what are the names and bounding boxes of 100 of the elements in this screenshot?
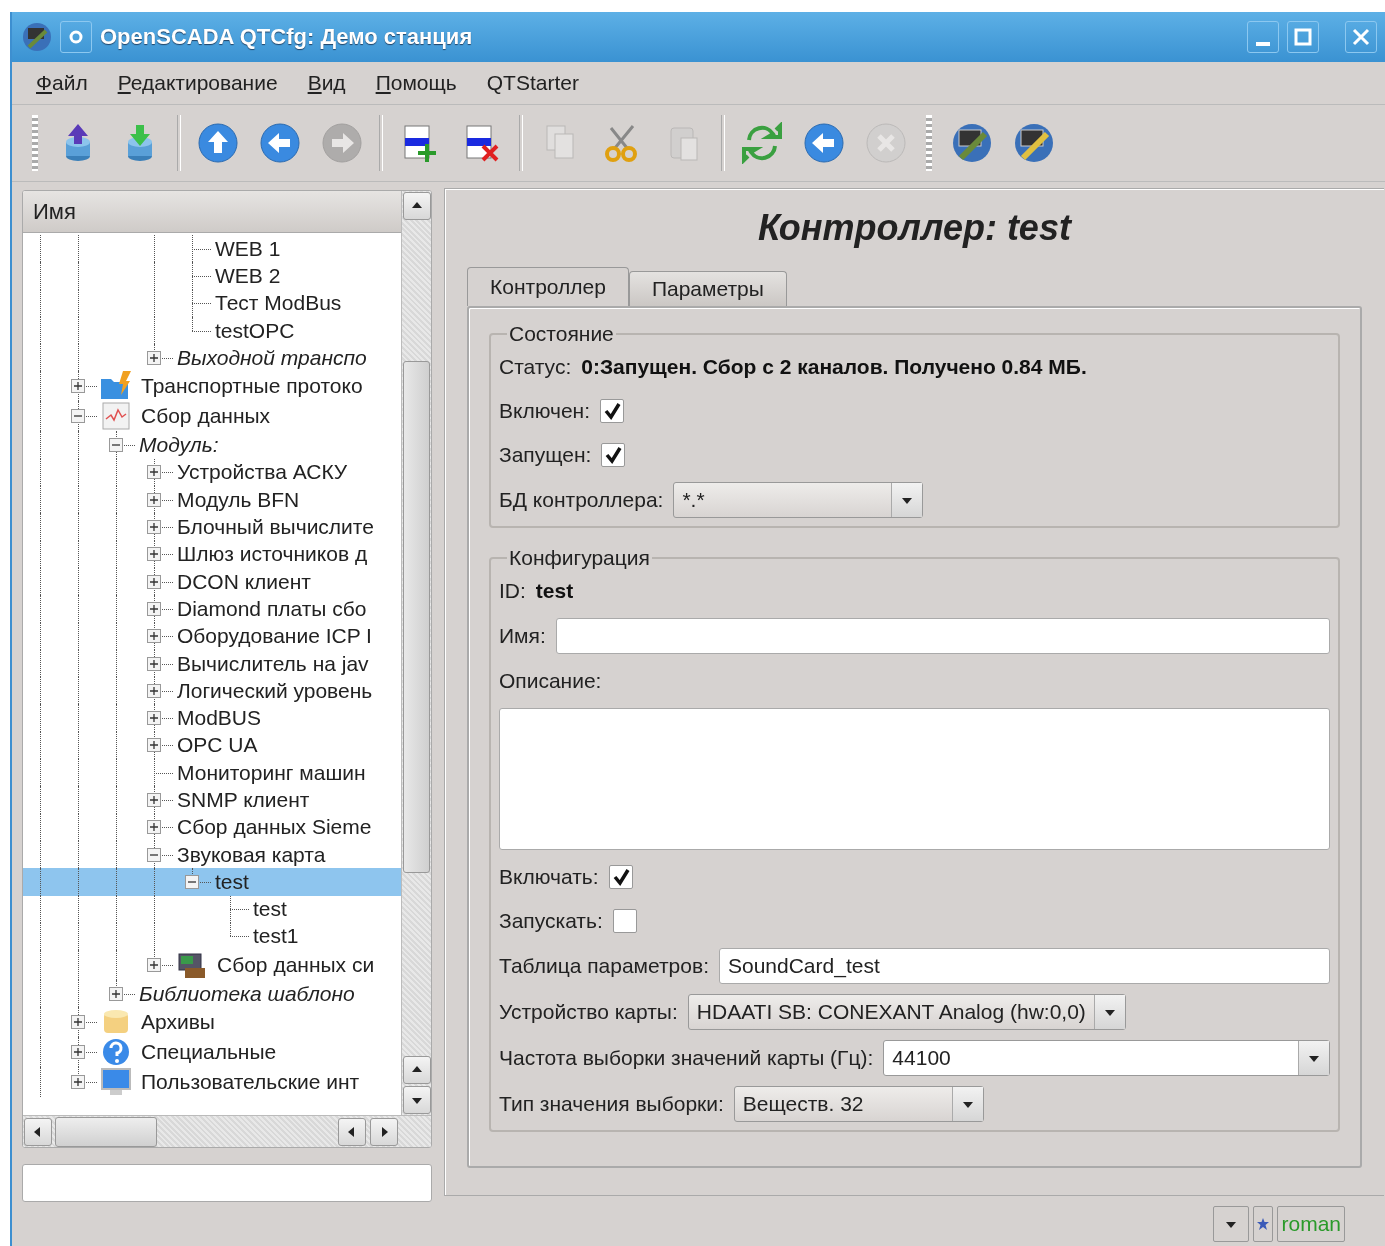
field-label: Тип значения выборки: (499, 1092, 724, 1116)
tree-item[interactable]: Блочный вычислите (23, 513, 401, 541)
expand-icon[interactable] (147, 711, 161, 726)
tree-item[interactable]: Устройства АСКУ (23, 458, 401, 487)
menu-item[interactable]: Редактирование (117, 71, 278, 95)
collapse-icon[interactable] (185, 874, 199, 889)
field-label: Частота выборки значений карты (Гц): (499, 1046, 874, 1070)
expand-icon[interactable] (147, 683, 161, 698)
expand-icon[interactable] (147, 547, 161, 562)
input-field[interactable] (555, 618, 1330, 654)
input-field[interactable]: SoundCard_test (719, 948, 1330, 984)
tree-item[interactable]: Diamond платы сбо (23, 595, 401, 623)
tree-item[interactable]: Транспортные протоко (23, 371, 401, 402)
dropdown[interactable]: 44100 (883, 1040, 1330, 1076)
tree-item[interactable]: Библиотека шаблоно (23, 980, 401, 1008)
field-label: БД контроллера: (499, 488, 664, 512)
tree-item[interactable]: OPC UA (23, 731, 401, 760)
scroll-down-button[interactable] (403, 1086, 431, 1114)
app-icon (22, 22, 52, 52)
minimize-button[interactable] (1247, 21, 1279, 53)
tree-item[interactable]: Вычислитель на jav (23, 649, 401, 678)
tree-item[interactable]: Архивы (23, 1007, 401, 1038)
tree-item[interactable]: Пользовательские инт (23, 1067, 401, 1098)
tree-item[interactable]: SNMP клиент (23, 786, 401, 814)
dropdown[interactable]: HDAATI SB: CONEXANT Analog (hw:0,0) (687, 994, 1126, 1030)
expand-icon[interactable] (147, 601, 161, 616)
expand-icon[interactable] (71, 1045, 85, 1060)
tree-item[interactable]: Мониторинг машин (23, 759, 401, 787)
dropdown[interactable]: *.* (673, 482, 924, 518)
checkbox[interactable] (600, 399, 625, 423)
scroll-right-button[interactable] (370, 1117, 398, 1146)
tree-item[interactable]: test (23, 895, 401, 923)
tree-item[interactable]: Специальные (23, 1037, 401, 1068)
expand-icon[interactable] (71, 1015, 85, 1030)
expand-icon[interactable] (109, 986, 123, 1001)
tree-item[interactable]: Шлюз источников д (23, 540, 401, 568)
close-button[interactable] (1345, 21, 1377, 53)
window-menu-button[interactable] (60, 21, 92, 53)
tree-item[interactable]: WEB 1 (23, 235, 401, 263)
tree-item[interactable]: Логический уровень (23, 677, 401, 705)
circle-icon (68, 29, 84, 45)
expand-icon[interactable] (71, 379, 85, 394)
expand-icon[interactable] (147, 738, 161, 753)
group-title: Состояние (508, 322, 615, 346)
expand-icon[interactable] (147, 820, 161, 835)
tree-item[interactable]: Модуль BFN (23, 486, 401, 514)
collapse-icon[interactable] (109, 438, 123, 453)
expand-icon[interactable] (147, 574, 161, 589)
cancel-icon (865, 122, 907, 164)
field-label: Запущен: (499, 443, 592, 467)
expand-icon[interactable] (147, 465, 161, 480)
tree-item[interactable]: Сбор данных (23, 401, 401, 432)
tree-item[interactable]: Тест ModBus (23, 289, 401, 317)
expand-icon[interactable] (147, 958, 161, 973)
checkbox[interactable] (601, 443, 626, 467)
menu-item[interactable]: QTStarter (486, 71, 579, 95)
tree-item[interactable]: test1 (23, 922, 401, 951)
scroll-left-button[interactable] (338, 1117, 366, 1146)
scroll-up-button[interactable] (403, 192, 431, 220)
vertical-scrollbar[interactable] (401, 191, 431, 1115)
tree-item[interactable]: ModBUS (23, 704, 401, 732)
menu-item[interactable]: Вид (307, 71, 346, 95)
scroll-left-button[interactable] (24, 1117, 52, 1146)
expand-icon[interactable] (71, 1075, 85, 1090)
field-label: Устройство карты: (499, 1000, 678, 1024)
expand-icon[interactable] (147, 350, 161, 365)
minimize-icon (1256, 42, 1270, 46)
menu-item[interactable]: Помощь (375, 71, 457, 95)
scroll-up-button[interactable] (403, 1056, 431, 1084)
tree-item[interactable]: Сбор данных си (23, 950, 401, 981)
expand-icon[interactable] (147, 793, 161, 807)
tree-item[interactable]: test (23, 868, 401, 896)
expand-icon[interactable] (147, 656, 161, 671)
field-label: Включать: (499, 865, 599, 889)
checkbox[interactable] (612, 909, 637, 933)
tab[interactable]: Параметры (628, 271, 787, 306)
expand-icon[interactable] (147, 520, 161, 534)
collapse-icon[interactable] (147, 847, 161, 862)
menu-item[interactable]: Файл (36, 71, 88, 95)
maximize-button[interactable] (1287, 21, 1319, 53)
input-field[interactable] (22, 1164, 432, 1202)
tree-item[interactable]: Оборудование ICP I (23, 622, 401, 650)
tree-item[interactable]: DCON клиент (23, 567, 401, 596)
tree-item[interactable]: Модуль: (23, 431, 401, 459)
checkbox[interactable] (608, 865, 633, 889)
tree-item[interactable]: testOPC (23, 316, 401, 345)
field-label: Описание: (499, 669, 602, 693)
station-icon (951, 122, 993, 164)
chart-icon (99, 401, 133, 432)
tree-item[interactable]: WEB 2 (23, 262, 401, 290)
column-header[interactable]: Имя (23, 191, 401, 233)
horizontal-scrollbar[interactable] (23, 1115, 431, 1147)
tab[interactable]: Контроллер (467, 267, 629, 306)
dropdown-button[interactable] (1213, 1206, 1250, 1242)
expand-icon[interactable] (147, 492, 161, 507)
collapse-icon[interactable] (71, 409, 85, 424)
expand-icon[interactable] (147, 629, 161, 644)
tree-item[interactable]: Выходной транспо (23, 344, 401, 372)
dropdown[interactable]: Веществ. 32 (733, 1086, 984, 1122)
tree-item[interactable]: Сбор данных Sieme (23, 813, 401, 841)
